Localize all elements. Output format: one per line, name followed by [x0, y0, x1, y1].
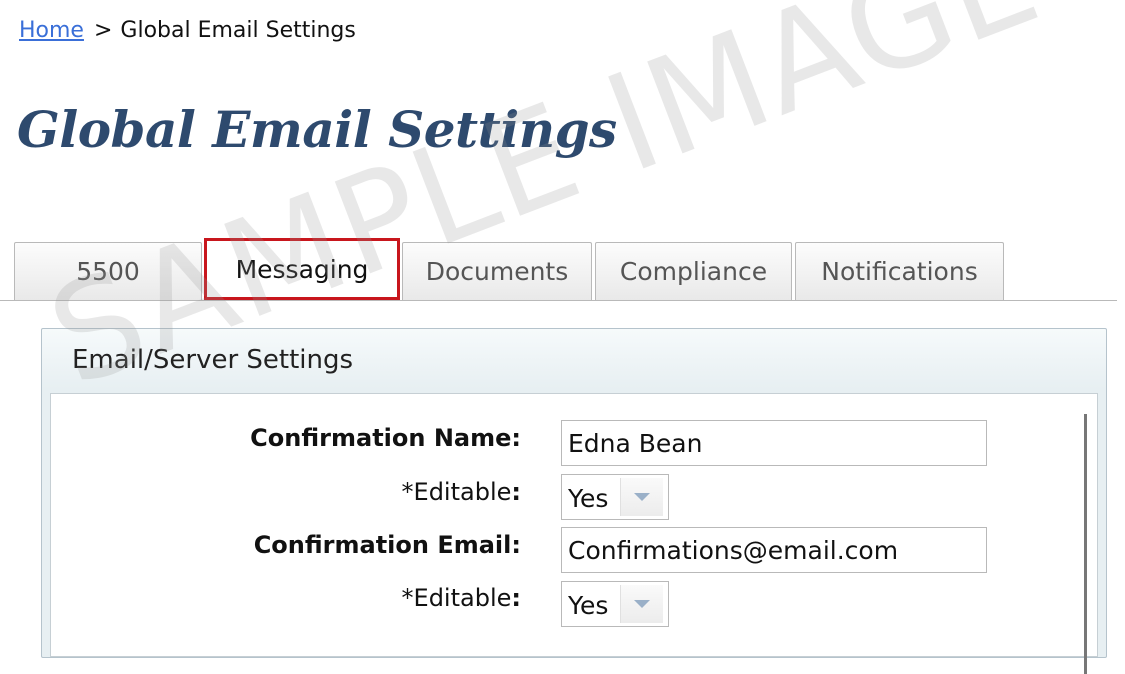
tab-bar: 5500 Messaging Documents Compliance Noti…: [14, 238, 1118, 302]
tab-notifications[interactable]: Notifications: [795, 242, 1004, 300]
editable-select-1-value: Yes: [568, 484, 609, 513]
editable-select-2-value: Yes: [568, 591, 609, 620]
tab-5500[interactable]: 5500: [14, 242, 202, 300]
breadcrumb-separator: >: [93, 18, 113, 43]
confirmation-name-label: Confirmation Name:: [250, 424, 521, 452]
confirmation-email-label: Confirmation Email:: [253, 531, 521, 559]
confirmation-name-input[interactable]: Edna Bean: [561, 420, 987, 466]
editable-select-1[interactable]: Yes: [561, 474, 669, 520]
tab-messaging[interactable]: Messaging: [204, 238, 400, 300]
chevron-down-icon: [634, 600, 650, 608]
scrollbar[interactable]: [1084, 414, 1087, 674]
editable-select-2[interactable]: Yes: [561, 581, 669, 627]
breadcrumb: Home > Global Email Settings: [19, 18, 356, 43]
chevron-down-icon: [634, 493, 650, 501]
panel-body: Confirmation Name: Edna Bean *Editable: …: [50, 393, 1098, 674]
dropdown-button[interactable]: [620, 478, 663, 516]
breadcrumb-home-link[interactable]: Home: [19, 18, 84, 43]
breadcrumb-current: Global Email Settings: [120, 18, 356, 43]
page-title: Global Email Settings: [17, 100, 617, 159]
email-server-settings-panel: Email/Server Settings Confirmation Name:…: [41, 328, 1107, 674]
editable-label-1: *Editable:: [401, 478, 521, 506]
confirmation-email-input[interactable]: Confirmations@email.com: [561, 527, 987, 573]
tab-compliance[interactable]: Compliance: [595, 242, 792, 300]
tab-divider: [0, 300, 1117, 301]
tab-documents[interactable]: Documents: [402, 242, 592, 300]
dropdown-button[interactable]: [620, 585, 663, 623]
editable-label-2: *Editable:: [401, 584, 521, 612]
panel-title: Email/Server Settings: [72, 345, 354, 375]
